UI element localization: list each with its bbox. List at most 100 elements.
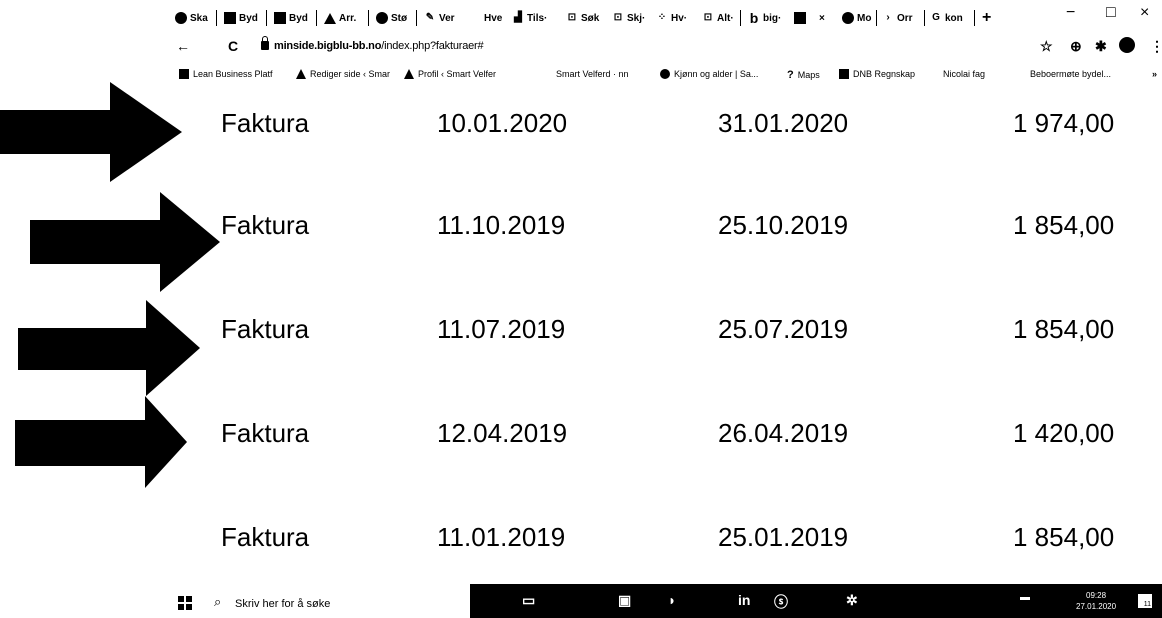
tab-close-icon[interactable]: × [819,13,825,24]
tab-12[interactable]: ⊡ Alt· [702,10,734,26]
bookmark-item[interactable]: Lean Business Platf [179,69,273,79]
address-bar: ← C [0,34,1162,60]
box-icon: ⊡ [613,12,623,23]
tab-17[interactable]: Gkon [930,10,963,26]
invoice-amount: 1 854,00 [1013,210,1115,240]
battery-icon: ▬ [1020,592,1030,603]
settings-icon[interactable]: ✲ [846,592,858,609]
invoice-type[interactable]: Faktura [221,210,309,241]
tab-5[interactable]: Stø [376,10,407,26]
tab-separator [316,10,317,26]
close-button[interactable]: × [1140,4,1149,22]
bookmark-item[interactable]: Rediger side ‹ Smar [296,69,390,79]
back-button[interactable]: ← [176,38,190,54]
ship-icon [296,69,306,79]
tab-1[interactable]: Ska [175,10,208,26]
maximize-button[interactable]: □ [1106,4,1116,22]
url-field[interactable]: minside.bigblu-bb.no/index.php?fakturaer… [274,40,484,52]
bookmark-item[interactable]: Smart Velferd · nn [556,69,629,79]
face-icon [660,69,670,79]
arrow-icon [15,396,187,488]
invoice-amount: 1 854,00 [1013,314,1115,344]
invoice-date: 11.07.2019 [437,314,566,344]
tab-8[interactable]: ▟ Tils· [512,10,547,26]
tab-separator [416,10,417,26]
tab-11[interactable]: ⁘ Hv· [656,10,687,26]
new-tab-button[interactable]: + [982,9,991,26]
tab-15[interactable]: Mo [842,10,871,26]
bookmark-item[interactable]: Profil ‹ Smart Velfer [404,69,496,79]
chevron-icon: › [886,12,890,23]
invoice-amount: 1 420,00 [1013,418,1115,448]
invoice-date: 11.10.2019 [437,210,566,240]
document-icon [274,12,286,24]
reload-button[interactable]: C [228,38,238,54]
browser-tab-strip: Ska Byd Byd Arr. Stø ✎ Ver Hve ▟ Tils· ⊡ Sø… [0,0,1162,34]
invoice-date: 10.01.2020 [437,108,568,138]
bookmarks-more-button[interactable]: » [1152,69,1157,79]
tab-9[interactable]: ⊡ Søk [566,10,600,26]
file-explorer-icon[interactable]: ▭ [522,592,535,609]
bookmark-item[interactable]: DNB Regnskap [839,69,915,79]
profile-icon[interactable] [1119,37,1135,53]
skype-icon[interactable]: ⓢ [774,592,788,612]
bookmark-item[interactable]: Kjønn og alder | Sa... [660,69,758,79]
b-icon: b [749,10,759,26]
dnb-icon [839,69,849,79]
invoice-type[interactable]: Faktura [221,418,309,449]
invoice-amount: 1 854,00 [1013,522,1115,552]
lock-icon [261,36,269,50]
tab-2[interactable]: Byd [224,10,258,26]
invoice-type[interactable]: Faktura [221,314,309,345]
tab-separator [216,10,217,26]
linkedin-icon[interactable]: in [738,592,750,608]
tab-16[interactable]: › Orr [882,10,912,26]
globe-icon [175,12,187,24]
invoice-due-date: 26.04.2019 [718,418,849,448]
tab-10[interactable]: ⊡ Skj· [612,10,646,26]
signal-icon: ▟ [514,12,522,23]
bookmark-item[interactable]: Beboermøte bydel... [1030,69,1111,79]
arrow-icon [18,300,200,396]
star-icon[interactable]: ☆ [1040,38,1053,55]
windows-start-icon[interactable] [178,596,192,610]
minimize-button[interactable]: − [1066,4,1075,22]
box-icon: ⊡ [567,12,577,23]
bookmark-item[interactable]: ? Maps [787,69,820,81]
arrow-icon [30,192,220,292]
g-icon: G [932,12,940,23]
invoice-type[interactable]: Faktura [221,522,309,553]
invoice-amount: 1 974,00 [1013,108,1115,138]
document-icon [224,12,236,24]
invoice-date: 12.04.2019 [437,418,568,448]
zoom-icon[interactable]: ⊕ [1070,38,1082,55]
box-icon: ⊡ [703,12,713,23]
tab-separator [266,10,267,26]
globe-icon [376,12,388,24]
circle-icon [842,12,854,24]
map-pin-icon: ? [787,69,794,81]
pen-icon: ✎ [425,12,435,23]
tab-separator [974,10,975,26]
tab-7[interactable]: Hve [484,10,502,26]
taskbar-search-input[interactable]: Skriv her for å søke [235,598,330,610]
bookmark-item[interactable]: Nicolai fag [943,69,985,79]
extension-icon[interactable]: ✱ [1095,38,1107,55]
ship-icon [404,69,414,79]
menu-icon[interactable]: ⋮ [1150,38,1162,55]
invoice-due-date: 25.10.2019 [718,210,849,240]
system-clock[interactable]: 09:28 27.01.2020 [1076,590,1116,612]
invoice-type[interactable]: Faktura [221,108,309,139]
tab-13[interactable]: b big· [748,10,782,26]
invoice-due-date: 31.01.2020 [718,108,849,138]
app-icon[interactable]: ◗ [668,592,676,608]
tab-6[interactable]: ✎ Ver [424,10,455,26]
tab-4[interactable]: Arr. [324,10,356,26]
notification-icon[interactable]: 11 [1138,594,1152,608]
dots-icon: ⁘ [657,12,667,23]
tab-3[interactable]: Byd [274,10,308,26]
tab-14[interactable]: × [794,10,825,26]
apps-icon [179,69,189,79]
tab-separator [876,10,877,26]
store-icon[interactable]: ▣ [618,592,631,609]
